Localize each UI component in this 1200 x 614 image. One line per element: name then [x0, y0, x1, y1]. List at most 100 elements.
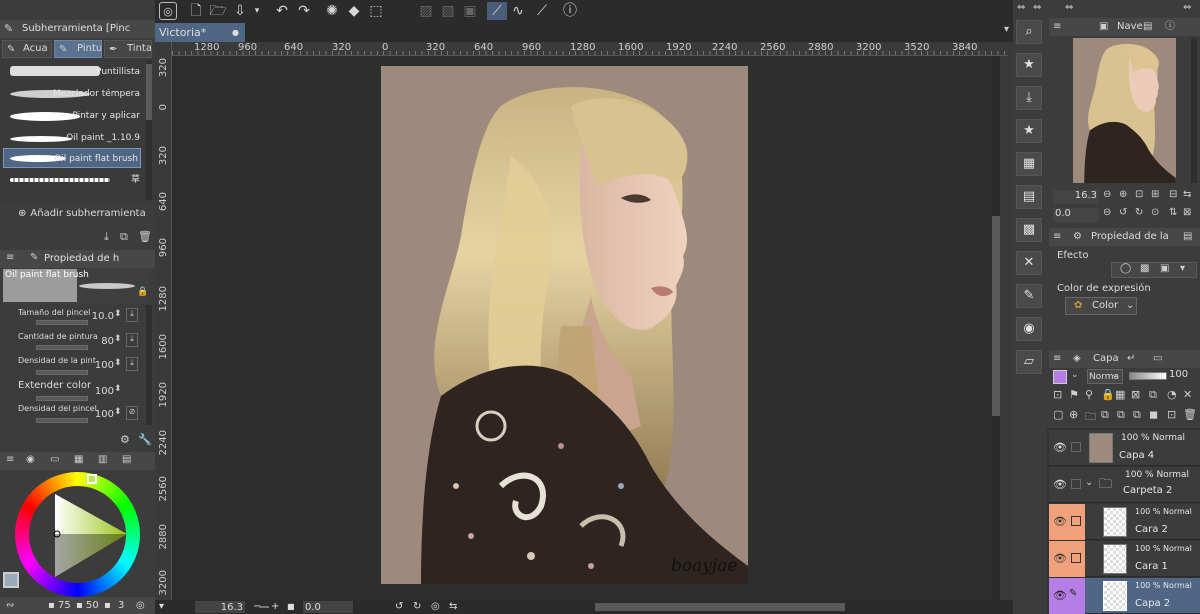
material-close-icon[interactable]: ✕ [1016, 251, 1042, 275]
color-slider-tab-icon[interactable]: ▭ [50, 454, 59, 465]
material-star-icon[interactable]: ★ [1016, 53, 1042, 77]
scroll-thumb[interactable] [992, 216, 1000, 416]
transfer-down-icon[interactable]: ⧉ [1101, 408, 1109, 422]
material-download-icon[interactable]: ⤓ [1016, 86, 1042, 110]
artwork-canvas[interactable]: boayjae [381, 66, 748, 584]
mirror-icon[interactable]: ⊠ [1183, 207, 1191, 218]
combine-layer-icon[interactable]: ⧉ [1117, 408, 1125, 422]
stop-icon[interactable]: ■ [287, 600, 295, 614]
smooth-icon[interactable]: ∿ [509, 2, 527, 20]
palette-icon[interactable]: ◔ [1167, 388, 1177, 401]
property-value[interactable]: 10.0 [84, 311, 114, 322]
merge-icon[interactable]: ⧉ [1133, 408, 1141, 422]
property-scrollbar[interactable] [146, 305, 152, 425]
pen-pressure-icon[interactable]: ⤓ [126, 308, 138, 322]
stepper-icon[interactable]: ⬍ [114, 309, 122, 319]
loading-icon[interactable]: ✺ [323, 2, 341, 20]
zoom-slider[interactable] [259, 606, 269, 608]
animation-tab-icon[interactable]: ▭ [1153, 350, 1162, 368]
property-value[interactable]: 80 [84, 336, 114, 347]
layer-search-tab-icon[interactable]: ↵ [1127, 350, 1135, 368]
lock-transparency-icon[interactable]: ▦ [1115, 388, 1125, 401]
navigator-zoom-field[interactable]: 16.3 [1053, 190, 1099, 204]
rotate-right-icon[interactable]: ↻ [1135, 207, 1143, 218]
angle-field[interactable]: 0.0 [303, 601, 353, 613]
intermediate-color-tab-icon[interactable]: ▥ [98, 454, 107, 465]
menu-icon[interactable]: ≡ [6, 252, 14, 263]
pen-pressure-icon[interactable]: ⤓ [126, 333, 138, 347]
property-slider[interactable] [36, 418, 88, 423]
zoom-field[interactable]: 16.3 [195, 601, 245, 613]
fit-width-icon[interactable]: ⊞ [1151, 189, 1159, 200]
settings-icon[interactable]: ⚙ [120, 433, 130, 446]
opacity-slider[interactable] [1129, 372, 1167, 380]
panel-collapse-icon[interactable]: ⇔ [1183, 2, 1191, 13]
flip-vertical-icon[interactable]: ⇅ [1169, 207, 1177, 218]
expand-arrows-icon[interactable]: ⇔ [1017, 2, 1025, 13]
color-value-h[interactable]: 75 [58, 597, 71, 614]
layer-lock-box[interactable] [1071, 516, 1081, 526]
menu-icon[interactable]: ≡ [1053, 350, 1061, 368]
layer-item[interactable]: 👁 100 % Normal Capa 4 [1049, 430, 1200, 466]
stepper-icon[interactable]: ⬍ [114, 384, 122, 394]
layer-color-swatch[interactable] [1053, 370, 1067, 384]
layer-item[interactable]: 👁 100 % Normal Cara 1 [1049, 541, 1200, 577]
subtool-tab-1[interactable]: ✎ Acua [2, 40, 52, 58]
reset-rotation-icon[interactable]: ◎ [431, 600, 440, 614]
stepper-icon[interactable]: ⬍ [114, 407, 122, 417]
color-wheel[interactable] [15, 472, 140, 597]
canvas-horizontal-scrollbar[interactable] [475, 603, 995, 611]
brush-item[interactable]: 草 [4, 170, 142, 190]
property-slider[interactable] [36, 320, 88, 325]
brush-size-indicator-icon[interactable]: ∾ [6, 597, 14, 614]
property-value[interactable]: 100 [84, 409, 114, 420]
material-book-icon[interactable]: ▤ [1016, 185, 1042, 209]
layer-lock-box[interactable] [1071, 553, 1081, 563]
rotate-right-icon[interactable]: ↻ [413, 600, 421, 614]
opacity-value[interactable]: 100 [1169, 369, 1188, 380]
material-edit-icon[interactable]: ✎ [1016, 284, 1042, 308]
tone-effect-icon[interactable]: ▩ [1140, 263, 1149, 274]
open-icon[interactable]: 🗁 [209, 2, 227, 20]
dropdown-icon[interactable]: ⌄ [1071, 370, 1079, 380]
property-value[interactable]: 100 [84, 360, 114, 371]
material-tone-icon[interactable]: ▩ [1016, 218, 1042, 242]
brush-item[interactable]: Puntillista [4, 62, 142, 82]
color-set-tab-icon[interactable]: ▦ [74, 454, 83, 465]
hue-marker[interactable] [87, 474, 97, 484]
clip-lower-layer-icon[interactable]: ⊡ [1053, 388, 1062, 401]
scroll-thumb[interactable] [595, 603, 845, 611]
rotate-icon[interactable]: ↺ [1119, 207, 1127, 218]
stepper-icon[interactable]: ⬍ [114, 358, 122, 368]
tab-menu-icon[interactable]: ▾ [1004, 24, 1009, 35]
expression-color-select[interactable]: ✿ Color ⌄ [1065, 297, 1137, 315]
transform-icon[interactable]: ⬚ [367, 2, 385, 20]
new-folder-icon[interactable]: 🗀 [1085, 408, 1096, 427]
stepper-icon[interactable]: ⬍ [114, 334, 122, 344]
border-icon[interactable]: ▣ [461, 2, 479, 20]
property-slider[interactable] [36, 345, 88, 350]
lock-icon[interactable]: 🔒 [137, 287, 148, 297]
material-favorite-icon[interactable]: ★ [1016, 119, 1042, 143]
actual-size-icon[interactable]: ⊟ [1169, 189, 1177, 200]
brush-item-selected[interactable]: Oil paint flat brush [3, 148, 141, 168]
target-icon[interactable]: ◎ [136, 597, 145, 614]
zoom-out-icon[interactable]: ⊖ [1103, 189, 1111, 200]
brush-item[interactable]: Pintar y aplicar [4, 106, 142, 126]
eyedropper-icon[interactable]: ⟋ [533, 2, 551, 20]
menu-icon[interactable]: ≡ [1053, 18, 1061, 36]
new-vector-layer-icon[interactable]: ⊕ [1069, 408, 1078, 421]
flip-icon[interactable]: ⇆ [449, 600, 457, 614]
layer-lock-box[interactable] [1071, 479, 1081, 489]
canvas-workspace[interactable]: boayjae [172, 56, 1000, 600]
eye-icon[interactable]: 👁 [1053, 552, 1067, 565]
dropdown-icon[interactable]: ⌄ [1111, 370, 1119, 380]
navigator-angle-field[interactable]: 0.0 [1053, 208, 1099, 222]
property-value[interactable]: 100 [84, 386, 114, 397]
eye-icon[interactable]: 👁 [1053, 478, 1067, 491]
subtool-tab-3[interactable]: ✒ Tinta [104, 40, 152, 58]
canvas-vertical-scrollbar[interactable] [992, 56, 1000, 600]
navigator-preview[interactable] [1073, 38, 1176, 183]
copy-subtool-icon[interactable]: ⤓ [104, 230, 109, 244]
menu-icon[interactable]: ≡ [1053, 228, 1061, 246]
